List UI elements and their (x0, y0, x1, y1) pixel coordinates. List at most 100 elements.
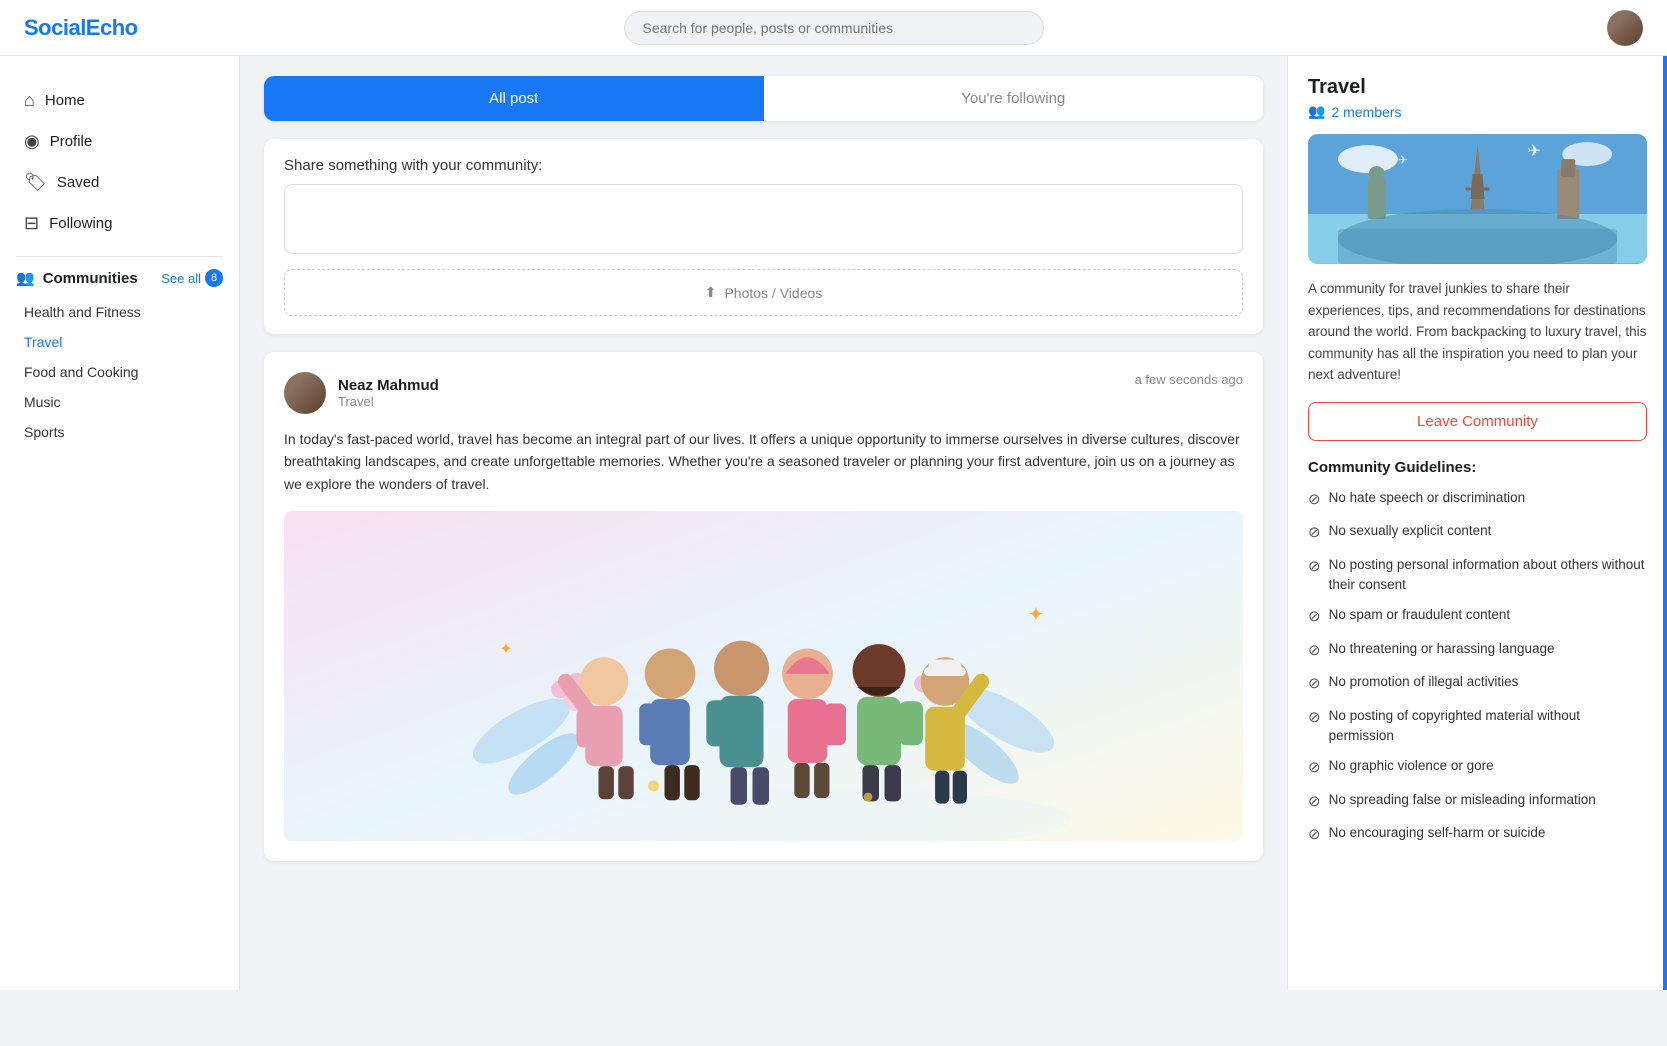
guideline-icon: ⊘ (1308, 606, 1321, 629)
post-image: ✦ ✦ (284, 511, 1243, 841)
community-item-sports[interactable]: Sports (16, 417, 223, 447)
guideline-item-2: ⊘ No posting personal information about o… (1308, 555, 1647, 596)
profile-icon: ◉ (24, 131, 40, 152)
sidebar-item-saved[interactable]: 🏷 Saved (16, 162, 223, 203)
community-item-music[interactable]: Music (16, 387, 223, 417)
post-body: In today's fast-paced world, travel has … (284, 428, 1243, 495)
sidebar-item-following[interactable]: ⊟ Following (16, 203, 223, 244)
guideline-icon: ⊘ (1308, 791, 1321, 814)
guideline-icon: ⊘ (1308, 640, 1321, 663)
community-banner-svg: ✈ ✈ (1308, 134, 1647, 264)
post-composer: Share something with your community: ⬆ P… (264, 139, 1263, 334)
guideline-icon: ⊘ (1308, 673, 1321, 696)
community-item-food[interactable]: Food and Cooking (16, 357, 223, 387)
sidebar-item-saved-label: Saved (57, 174, 100, 191)
post-time: a few seconds ago (1135, 372, 1243, 387)
sidebar-item-home[interactable]: ⌂ Home (16, 80, 223, 121)
post-community: Travel (338, 394, 439, 409)
media-upload-label: Photos / Videos (724, 285, 822, 301)
communities-badge: 8 (205, 269, 223, 287)
guideline-text: No threatening or harassing language (1329, 639, 1555, 659)
sidebar: ⌂ Home ◉ Profile 🏷 Saved ⊟ Following 👥 C… (0, 56, 240, 990)
post-card: Neaz Mahmud Travel a few seconds ago In … (264, 352, 1263, 861)
guideline-item-1: ⊘ No sexually explicit content (1308, 521, 1647, 545)
community-title: Travel (1308, 76, 1647, 99)
svg-text:✈: ✈ (1527, 143, 1540, 160)
guideline-item-3: ⊘ No spam or fraudulent content (1308, 605, 1647, 629)
communities-header: 👥 Communities See all 8 (16, 269, 223, 287)
user-avatar-header[interactable] (1607, 10, 1643, 46)
svg-text:✦: ✦ (1028, 604, 1045, 626)
guidelines-title: Community Guidelines: (1308, 459, 1647, 476)
see-all-label: See all (161, 271, 201, 286)
guideline-text: No promotion of illegal activities (1329, 672, 1519, 692)
guideline-text: No posting personal information about ot… (1329, 555, 1647, 596)
avatar-image (1607, 10, 1643, 46)
following-icon: ⊟ (24, 213, 39, 234)
people-illustration-svg: ✦ ✦ (284, 511, 1243, 841)
guideline-icon: ⊘ (1308, 556, 1321, 579)
tab-following[interactable]: You're following (764, 76, 1264, 121)
app-header: SocialEcho (0, 0, 1667, 56)
guideline-icon: ⊘ (1308, 489, 1321, 512)
upload-icon: ⬆ (705, 284, 717, 301)
leave-community-button[interactable]: Leave Community (1308, 402, 1647, 441)
search-input[interactable] (624, 11, 1044, 45)
post-author-avatar (284, 372, 326, 414)
guideline-text: No sexually explicit content (1329, 521, 1492, 541)
guideline-text: No posting of copyrighted material witho… (1329, 706, 1647, 747)
tab-all-post[interactable]: All post (264, 76, 764, 121)
guideline-item-0: ⊘ No hate speech or discrimination (1308, 488, 1647, 512)
main-layout: ⌂ Home ◉ Profile 🏷 Saved ⊟ Following 👥 C… (0, 56, 1667, 990)
svg-text:✦: ✦ (500, 641, 513, 658)
logo: SocialEcho (24, 15, 138, 41)
community-description: A community for travel junkies to share … (1308, 278, 1647, 386)
guideline-item-5: ⊘ No promotion of illegal activities (1308, 672, 1647, 696)
right-accent-border (1663, 56, 1667, 990)
guideline-icon: ⊘ (1308, 707, 1321, 730)
guideline-text: No graphic violence or gore (1329, 756, 1494, 776)
guideline-item-9: ⊘ No encouraging self-harm or suicide (1308, 823, 1647, 847)
sidebar-divider (16, 256, 223, 257)
guideline-icon: ⊘ (1308, 757, 1321, 780)
post-author-name: Neaz Mahmud (338, 377, 439, 394)
post-author-meta: Neaz Mahmud Travel (338, 377, 439, 409)
right-sidebar: Travel 👥 2 members (1287, 56, 1667, 990)
guideline-item-4: ⊘ No threatening or harassing language (1308, 639, 1647, 663)
community-banner: ✈ ✈ (1308, 134, 1647, 264)
search-bar[interactable] (624, 11, 1044, 45)
see-all-button[interactable]: See all 8 (161, 269, 223, 287)
guideline-item-8: ⊘ No spreading false or misleading inform… (1308, 790, 1647, 814)
members-icon: 👥 (1308, 103, 1325, 120)
sidebar-item-home-label: Home (45, 92, 85, 109)
members-count: 👥 2 members (1308, 103, 1647, 120)
composer-label: Share something with your community: (284, 157, 1243, 174)
communities-section-title: 👥 Communities (16, 269, 138, 287)
guideline-icon: ⊘ (1308, 522, 1321, 545)
members-count-label: 2 members (1331, 104, 1401, 120)
community-item-health[interactable]: Health and Fitness (16, 297, 223, 327)
guidelines-list: ⊘ No hate speech or discrimination ⊘ No sex… (1308, 488, 1647, 847)
sidebar-item-profile[interactable]: ◉ Profile (16, 121, 223, 162)
sidebar-item-following-label: Following (49, 215, 112, 232)
community-item-travel[interactable]: Travel (16, 327, 223, 357)
guideline-text: No hate speech or discrimination (1329, 488, 1526, 508)
sidebar-item-profile-label: Profile (50, 133, 93, 150)
guideline-icon: ⊘ (1308, 824, 1321, 847)
feed-tabs: All post You're following (264, 76, 1263, 121)
composer-textarea[interactable] (284, 184, 1243, 254)
svg-text:✈: ✈ (1398, 153, 1408, 167)
saved-icon: 🏷 (24, 172, 47, 193)
guideline-text: No spreading false or misleading informa… (1329, 790, 1596, 810)
post-author-info: Neaz Mahmud Travel (284, 372, 439, 414)
guideline-item-7: ⊘ No graphic violence or gore (1308, 756, 1647, 780)
guideline-text: No spam or fraudulent content (1329, 605, 1511, 625)
media-upload-button[interactable]: ⬆ Photos / Videos (284, 269, 1243, 316)
guideline-item-6: ⊘ No posting of copyrighted material with… (1308, 706, 1647, 747)
feed: All post You're following Share somethin… (240, 56, 1287, 990)
community-list: Health and Fitness Travel Food and Cooki… (16, 297, 223, 447)
communities-icon: 👥 (16, 269, 35, 287)
sidebar-nav: ⌂ Home ◉ Profile 🏷 Saved ⊟ Following (16, 80, 223, 244)
guideline-text: No encouraging self-harm or suicide (1329, 823, 1546, 843)
home-icon: ⌂ (24, 90, 35, 111)
